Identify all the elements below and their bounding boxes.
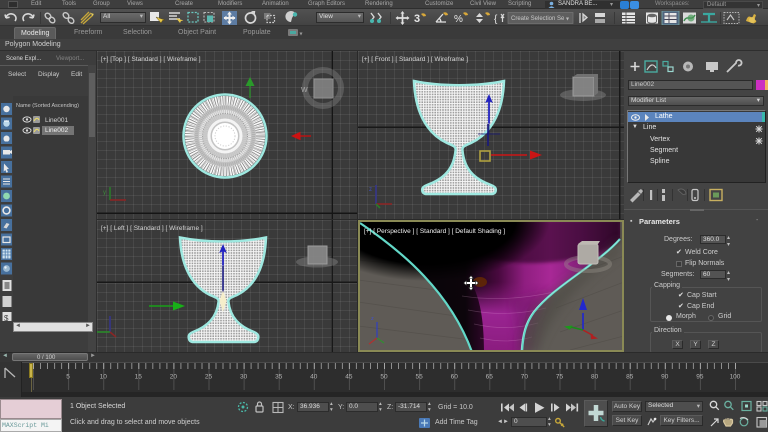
svg-text:15: 15 (135, 374, 143, 381)
svg-text:W: W (301, 87, 308, 94)
svg-text:▾: ▾ (566, 17, 569, 23)
svg-text:20: 20 (170, 374, 178, 381)
svg-text:3: 3 (414, 13, 420, 25)
svg-text:50: 50 (380, 374, 388, 381)
svg-text:35: 35 (275, 374, 283, 381)
svg-text:75: 75 (556, 374, 564, 381)
svg-text:{: { (494, 14, 498, 25)
svg-text:30: 30 (240, 374, 248, 381)
svg-text:5: 5 (66, 374, 70, 381)
svg-text:65: 65 (486, 374, 494, 381)
svg-text:45: 45 (345, 374, 353, 381)
svg-text:25: 25 (205, 374, 213, 381)
svg-text:Create Selection Se: Create Selection Se (511, 16, 565, 22)
svg-text:100: 100 (730, 374, 741, 381)
svg-text:%: % (454, 14, 463, 25)
svg-text:70: 70 (521, 374, 529, 381)
svg-text:80: 80 (591, 374, 599, 381)
svg-text:60: 60 (451, 374, 459, 381)
svg-text:85: 85 (626, 374, 634, 381)
svg-text:40: 40 (310, 374, 318, 381)
svg-text:▾: ▾ (300, 32, 303, 38)
svg-text:y: y (103, 190, 106, 196)
svg-text:$: $ (4, 314, 9, 321)
svg-text:90: 90 (661, 374, 669, 381)
svg-text:95: 95 (696, 374, 704, 381)
svg-text:55: 55 (415, 374, 423, 381)
svg-text:z: z (369, 187, 372, 193)
svg-text:10: 10 (100, 374, 108, 381)
